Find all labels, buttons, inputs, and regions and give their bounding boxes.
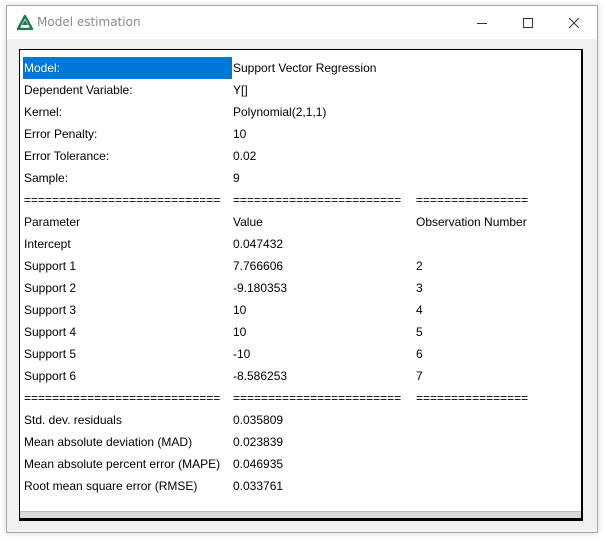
row-value: 0.033761 — [233, 479, 284, 493]
row-value: -8.586253 — [233, 369, 288, 383]
row-label: Support 6 — [24, 369, 77, 383]
row-label: Support 3 — [24, 303, 77, 317]
row-value: Support Vector Regression — [233, 61, 377, 75]
minimize-button[interactable] — [459, 6, 505, 39]
row-label: Model: — [23, 57, 232, 79]
row-label: Support 4 — [24, 325, 77, 339]
row-label: Intercept — [24, 237, 71, 251]
row-value: -10 — [233, 347, 251, 361]
row-observation — [416, 123, 576, 145]
row-observation — [416, 431, 576, 453]
model-estimation-window: Model estimation Model: Support Vector Re… — [6, 5, 598, 533]
row-observation — [416, 57, 576, 79]
row-value: ======================== — [233, 193, 402, 207]
row-label: Mean absolute percent error (MAPE) — [24, 457, 221, 471]
row-label: Dependent Variable: — [24, 83, 133, 97]
close-button[interactable] — [551, 6, 597, 39]
row-value: 10 — [233, 325, 247, 339]
row-label: Error Penalty: — [24, 127, 98, 141]
maximize-button[interactable] — [505, 6, 551, 39]
row-observation: ================ — [416, 193, 529, 207]
results-panel[interactable]: Model: Support Vector Regression Dependent… — [19, 49, 583, 521]
row-value: -9.180353 — [233, 281, 288, 295]
close-icon — [568, 17, 580, 28]
row-label: Kernel: — [24, 105, 63, 119]
row-value: 10 — [233, 127, 247, 141]
row-observation: 7 — [416, 369, 423, 383]
row-observation — [416, 453, 576, 475]
row-label: Support 1 — [24, 259, 77, 273]
row-label: Sample: — [24, 171, 69, 185]
row-observation — [416, 475, 576, 497]
row-observation — [416, 409, 576, 431]
row-observation: 3 — [416, 281, 423, 295]
row-observation — [416, 101, 576, 123]
row-observation: Observation Number — [416, 215, 527, 229]
row-label: Error Tolerance: — [24, 149, 110, 163]
row-observation: ================ — [416, 391, 529, 405]
row-label: Mean absolute deviation (MAD) — [24, 435, 193, 449]
row-label: Support 2 — [24, 281, 77, 295]
row-value: 0.023839 — [233, 435, 284, 449]
minimize-icon — [477, 22, 487, 24]
window-title: Model estimation — [37, 15, 141, 29]
row-observation — [416, 167, 576, 189]
title-bar[interactable]: Model estimation — [7, 6, 597, 39]
row-observation — [416, 233, 576, 255]
row-label: ============================ — [24, 193, 221, 207]
row-observation — [416, 79, 576, 101]
row-label: Root mean square error (RMSE) — [24, 479, 198, 493]
row-observation: 2 — [416, 259, 423, 273]
row-value: Polynomial(2,1,1) — [233, 105, 327, 119]
row-value: 0.047432 — [233, 237, 284, 251]
row-value: 0.046935 — [233, 457, 284, 471]
row-value: 10 — [233, 303, 247, 317]
row-label: Std. dev. residuals — [24, 413, 122, 427]
maximize-icon — [523, 17, 533, 28]
row-label: Parameter — [24, 215, 81, 229]
row-observation: 4 — [416, 303, 423, 317]
row-value: 7.766606 — [233, 259, 284, 273]
row-value: ======================== — [233, 391, 402, 405]
horizontal-scrollbar[interactable] — [20, 511, 581, 518]
row-value: Value — [233, 215, 263, 229]
row-observation: 5 — [416, 325, 423, 339]
row-observation: 6 — [416, 347, 423, 361]
row-observation — [416, 145, 576, 167]
row-value: 0.035809 — [233, 413, 284, 427]
row-label: ============================ — [24, 391, 221, 405]
row-label: Support 5 — [24, 347, 77, 361]
row-value: 9 — [233, 171, 240, 185]
app-logo-icon — [16, 14, 34, 30]
row-value: Y[] — [233, 83, 248, 97]
row-value: 0.02 — [233, 149, 257, 163]
